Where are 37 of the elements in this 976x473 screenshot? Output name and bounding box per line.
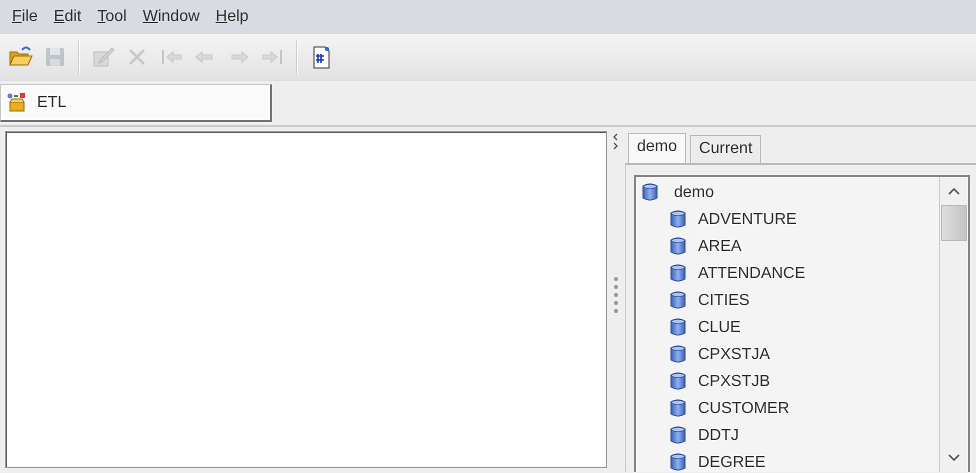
- scrollbar-thumb[interactable]: [941, 205, 967, 241]
- tree-item[interactable]: CPXSTJA: [670, 341, 939, 368]
- tab[interactable]: demo: [628, 133, 686, 163]
- menu-item[interactable]: Tool: [89, 8, 135, 26]
- database-icon: [670, 345, 686, 364]
- scroll-down-icon: [947, 453, 961, 463]
- menu-item[interactable]: File: [4, 8, 46, 26]
- tree-item[interactable]: AREA: [670, 233, 939, 260]
- database-icon: [670, 264, 686, 283]
- tree-item[interactable]: ADVENTURE: [670, 206, 939, 233]
- database-icon: [670, 318, 686, 337]
- toolbox-icon: [7, 92, 27, 112]
- collapse-arrows-icon: [612, 133, 620, 150]
- etl-button[interactable]: ETL: [0, 84, 272, 122]
- tree-item[interactable]: DDTJ: [670, 422, 939, 449]
- tree-item[interactable]: DEGREE: [670, 449, 939, 472]
- database-icon: [670, 399, 686, 418]
- menu-item[interactable]: Edit: [46, 8, 90, 26]
- scrollbar[interactable]: [939, 177, 968, 472]
- database-icon: [670, 453, 686, 472]
- menu-item[interactable]: Window: [134, 8, 208, 26]
- scroll-up-icon: [947, 186, 961, 196]
- database-icon: [670, 210, 686, 229]
- database-icon: [670, 291, 686, 310]
- menu-item[interactable]: Help: [208, 8, 257, 26]
- tree-item[interactable]: CPXSTJB: [670, 368, 939, 395]
- tree-item[interactable]: CUSTOMER: [670, 395, 939, 422]
- tab[interactable]: Current: [690, 135, 762, 163]
- tree-item[interactable]: CITIES: [670, 287, 939, 314]
- database-icon: [670, 426, 686, 445]
- tree-item[interactable]: demo: [642, 179, 939, 206]
- database-icon: [670, 237, 686, 256]
- splitter-grip-icon: [613, 276, 619, 314]
- database-icon: [642, 183, 658, 202]
- database-icon: [670, 372, 686, 391]
- tree-item[interactable]: ATTENDANCE: [670, 260, 939, 287]
- tree-item[interactable]: CLUE: [670, 314, 939, 341]
